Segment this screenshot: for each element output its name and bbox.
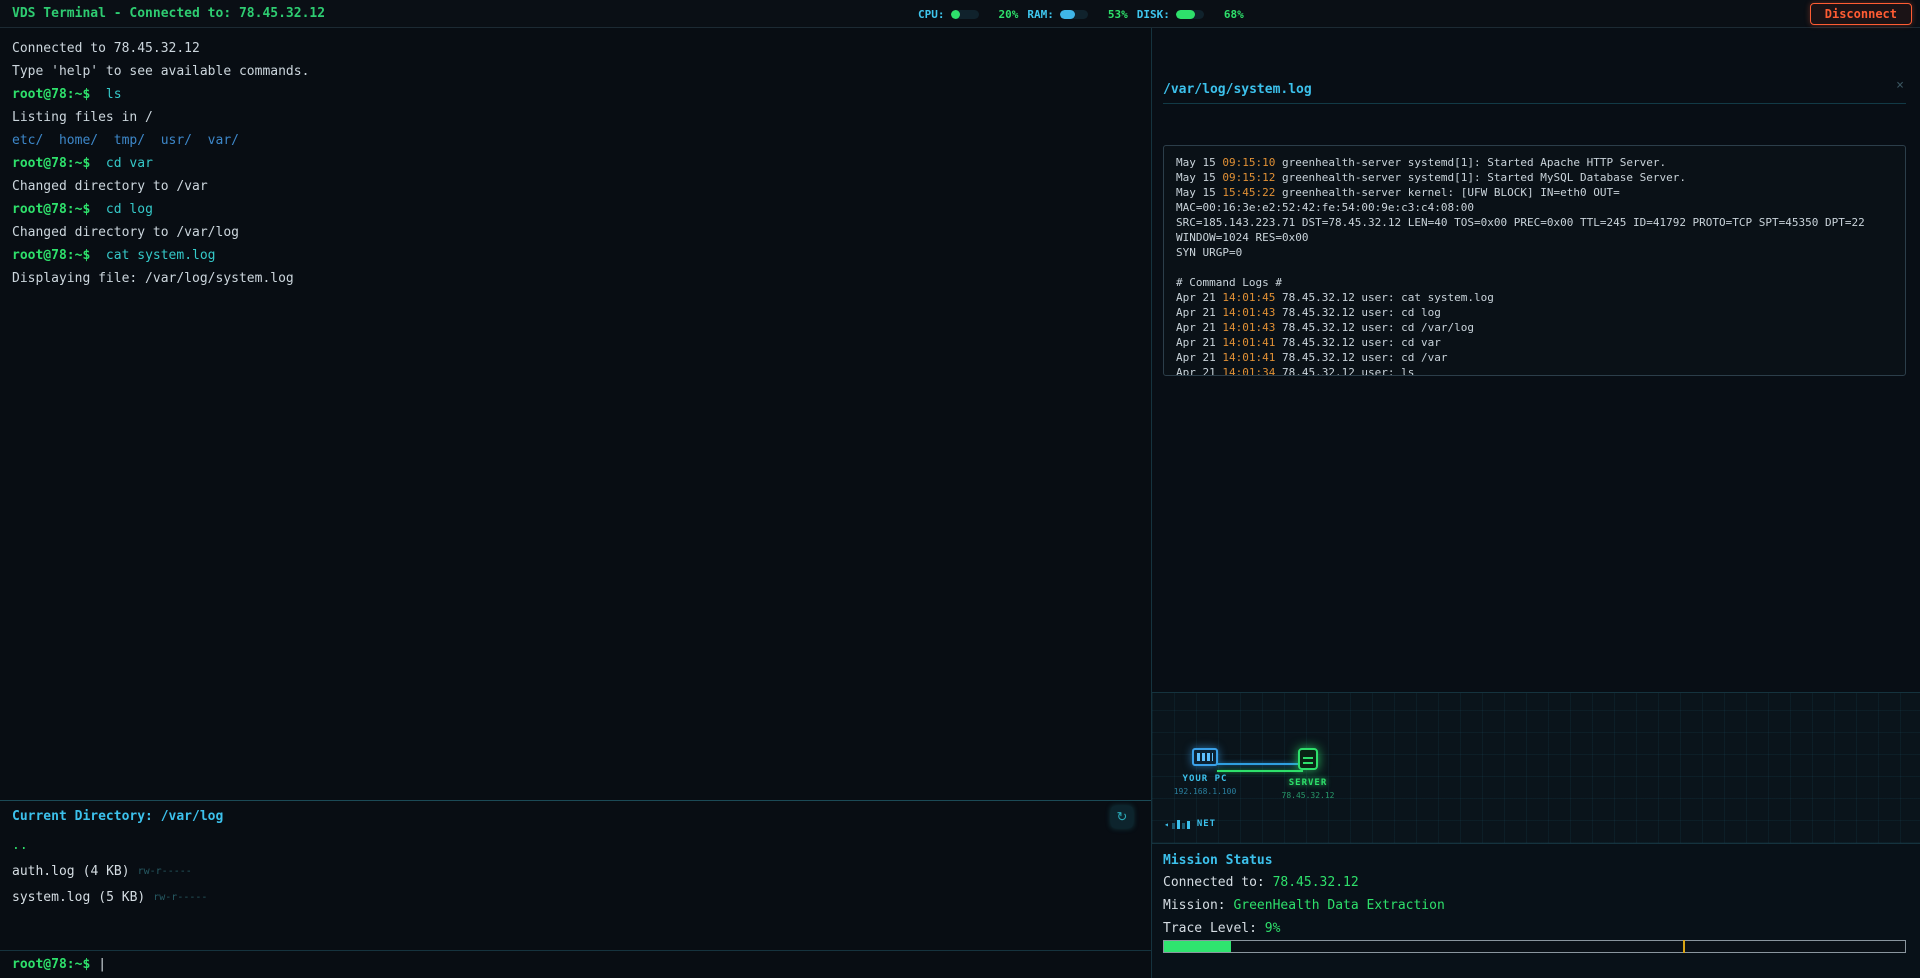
close-icon[interactable]: × (1896, 78, 1904, 93)
mission-row: Mission: GreenHealth Data Extraction (1163, 898, 1906, 914)
terminal-output: Connected to 78.45.32.12 Type 'help' to s… (0, 28, 1151, 800)
log-line: Apr 21 14:01:41 78.45.32.12 user: cd var (1176, 335, 1893, 350)
system-meter: CPU: 20% (918, 8, 1018, 21)
terminal-line: Type 'help' to see available commands. (12, 65, 1139, 79)
connected-to-label: Connected to: (1163, 875, 1273, 890)
net-activity-indicator: ◂ NET (1164, 819, 1216, 829)
text-cursor: | (98, 957, 106, 972)
terminal-line: root@78:~$ cat system.log (12, 249, 1139, 263)
net-arrow-icon: ◂ (1164, 820, 1169, 829)
terminal-panel: Connected to 78.45.32.12 Type 'help' to s… (0, 28, 1152, 978)
network-node-pc: YOUR PC 192.168.1.100 (1170, 748, 1240, 796)
file-size: (4 KB) (83, 864, 130, 879)
network-map-panel: YOUR PC 192.168.1.100 SERVER 78.45.32.12… (1152, 692, 1920, 843)
file-list: .. auth.log (4 KB) rw-r----- system.log (5 KB… (0, 832, 1151, 910)
terminal-line: etc/ home/ tmp/ usr/ var/ (12, 134, 1139, 148)
connected-to-value: 78.45.32.12 (1273, 875, 1359, 890)
connected-to-row: Connected to: 78.45.32.12 (1163, 875, 1906, 891)
server-icon (1298, 748, 1318, 770)
meter-fill (951, 10, 960, 19)
file-permissions: rw-r----- (138, 866, 192, 877)
log-line: May 15 09:15:10 greenhealth-server syste… (1176, 155, 1893, 170)
log-file-content: May 15 09:15:10 greenhealth-server syste… (1163, 145, 1906, 376)
terminal-line: Displaying file: /var/log/system.log (12, 272, 1139, 286)
file-path-title: /var/log/system.log (1163, 82, 1312, 97)
file-viewer-panel: /var/log/system.log × May 15 09:15:10 gr… (1152, 28, 1920, 692)
file-row[interactable]: system.log (5 KB) rw-r----- (0, 884, 1151, 910)
file-size: (5 KB) (98, 890, 145, 905)
log-line: # Command Logs # (1176, 275, 1893, 290)
net-activity-icon (1172, 820, 1192, 829)
meter-label: DISK: (1137, 8, 1170, 21)
window-title: VDS Terminal - Connected to: 78.45.32.12 (12, 6, 325, 21)
pc-node-label: YOUR PC (1170, 774, 1240, 784)
trace-level-value: 9% (1265, 921, 1281, 936)
meter-fill (1060, 10, 1075, 19)
log-line: Apr 21 14:01:45 78.45.32.12 user: cat sy… (1176, 290, 1893, 305)
mission-status-title: Mission Status (1163, 853, 1906, 868)
terminal-input-line[interactable]: root@78:~$ | (0, 950, 1151, 978)
net-label: NET (1197, 819, 1216, 829)
current-directory-label: Current Directory: /var/log (0, 809, 1151, 824)
terminal-line: Changed directory to /var/log (12, 226, 1139, 240)
log-line: SRC=185.143.223.71 DST=78.45.32.12 LEN=4… (1176, 215, 1893, 245)
pc-node-ip: 192.168.1.100 (1170, 787, 1240, 796)
log-line (1176, 260, 1893, 275)
trace-level-label: Trace Level: (1163, 921, 1265, 936)
meter-fill (1176, 10, 1195, 19)
meter-track (951, 10, 979, 19)
right-panel: /var/log/system.log × May 15 09:15:10 gr… (1152, 28, 1920, 978)
server-node-label: SERVER (1273, 778, 1343, 788)
terminal-line: root@78:~$ cd log (12, 203, 1139, 217)
meter-label: RAM: (1027, 8, 1054, 21)
system-meter: DISK: 68% (1137, 8, 1244, 21)
trace-progress-bar (1163, 940, 1906, 953)
vds-terminal-app: VDS Terminal - Connected to: 78.45.32.12… (0, 0, 1920, 978)
file-name: .. (12, 838, 28, 853)
terminal-line: Listing files in / (12, 111, 1139, 125)
terminal-line: Connected to 78.45.32.12 (12, 42, 1139, 56)
computer-icon (1192, 748, 1218, 766)
log-line: SYN URGP=0 (1176, 245, 1893, 260)
log-line: May 15 09:15:12 greenhealth-server syste… (1176, 170, 1893, 185)
network-node-server: SERVER 78.45.32.12 (1273, 748, 1343, 800)
refresh-icon[interactable]: ↻ (1111, 806, 1133, 828)
trace-progress-fill (1164, 941, 1231, 952)
system-meters: CPU: 20% RAM: 53% DISK: 68% (918, 0, 1253, 28)
disconnect-button[interactable]: Disconnect (1810, 3, 1912, 25)
file-permissions: rw-r----- (153, 892, 207, 903)
file-browser-panel: Current Directory: /var/log ↻ .. auth.log… (0, 800, 1151, 950)
log-line: May 15 15:45:22 greenhealth-server kerne… (1176, 185, 1893, 215)
log-line: Apr 21 14:01:41 78.45.32.12 user: cd /va… (1176, 350, 1893, 365)
meter-value: 68% (1224, 8, 1244, 21)
file-name: auth.log (12, 864, 75, 879)
meter-value: 53% (1108, 8, 1128, 21)
log-line: Apr 21 14:01:43 78.45.32.12 user: cd /va… (1176, 320, 1893, 335)
mission-status-panel: Mission Status Connected to: 78.45.32.12… (1152, 843, 1920, 978)
meter-value: 20% (999, 8, 1019, 21)
main-area: Connected to 78.45.32.12 Type 'help' to s… (0, 28, 1920, 978)
log-line: Apr 21 14:01:34 78.45.32.12 user: ls (1176, 365, 1893, 376)
terminal-line: Changed directory to /var (12, 180, 1139, 194)
meter-track (1060, 10, 1088, 19)
file-row[interactable]: .. (0, 832, 1151, 858)
terminal-line: root@78:~$ cd var (12, 157, 1139, 171)
file-viewer-header: /var/log/system.log (1163, 78, 1906, 104)
mission-value: GreenHealth Data Extraction (1233, 898, 1444, 913)
server-node-ip: 78.45.32.12 (1273, 791, 1343, 800)
trace-level-row: Trace Level: 9% (1163, 921, 1906, 937)
mission-label: Mission: (1163, 898, 1233, 913)
meter-label: CPU: (918, 8, 945, 21)
file-name: system.log (12, 890, 90, 905)
log-line: Apr 21 14:01:43 78.45.32.12 user: cd log (1176, 305, 1893, 320)
top-bar: VDS Terminal - Connected to: 78.45.32.12… (0, 0, 1920, 28)
terminal-line: root@78:~$ ls (12, 88, 1139, 102)
meter-track (1176, 10, 1204, 19)
shell-prompt: root@78:~$ (12, 957, 90, 972)
system-meter: RAM: 53% (1027, 8, 1127, 21)
trace-threshold-marker (1683, 940, 1685, 953)
file-row[interactable]: auth.log (4 KB) rw-r----- (0, 858, 1151, 884)
